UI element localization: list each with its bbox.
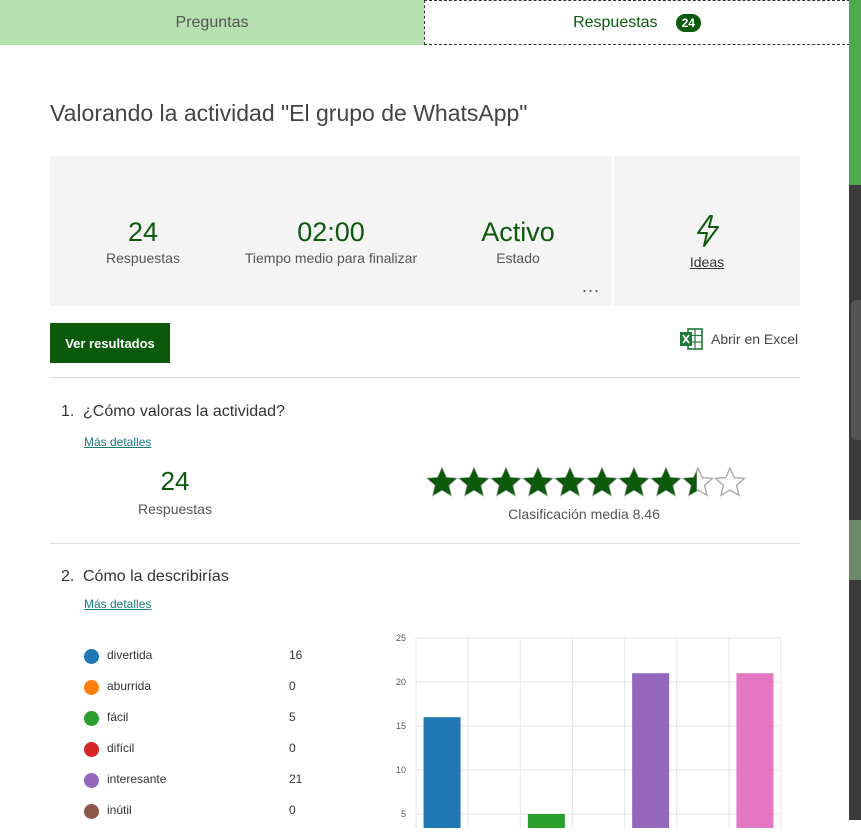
bar-chart: 5 10 15 20 25 [396, 633, 782, 828]
question-1-title: 1. ¿Cómo valoras la actividad? [61, 403, 285, 421]
question-2-title: 2. Cómo la describirías [61, 568, 229, 586]
star-icon [458, 466, 490, 497]
status-value: Activo [481, 217, 555, 247]
question-2-number: 2. [61, 568, 75, 585]
ideas-panel[interactable]: Ideas [614, 156, 800, 306]
background-window-edge [849, 0, 861, 820]
star-icon [714, 466, 746, 497]
legend-color-dot [84, 773, 99, 788]
question-1-responses-label: Respuestas [138, 501, 212, 517]
tab-preguntas-label: Preguntas [175, 13, 249, 31]
open-in-excel-button[interactable]: Abrir en Excel [679, 328, 798, 350]
legend-label: aburrida [107, 679, 152, 693]
question-2-text: Cómo la describirías [83, 568, 229, 585]
star-icon [618, 466, 650, 497]
question-1-text: ¿Cómo valoras la actividad? [83, 403, 285, 420]
star-icon [490, 466, 522, 497]
status-label: Estado [496, 250, 540, 266]
legend-label: difícil [107, 741, 135, 755]
legend-label: inútil [107, 803, 132, 817]
y-tick-label: 15 [396, 721, 406, 731]
open-in-excel-label: Abrir en Excel [711, 331, 799, 347]
tab-respuestas-label: Respuestas [573, 13, 658, 31]
responses-stat: 24 Respuestas [88, 216, 198, 266]
legend-count: 0 [289, 741, 296, 755]
star-icon [426, 466, 458, 497]
legend-count: 21 [289, 772, 303, 786]
page-title: Valorando la actividad "El grupo de What… [50, 100, 528, 126]
legend-color-dot [84, 649, 99, 664]
bar [527, 814, 565, 828]
star-icon [522, 466, 554, 497]
rating-stars [426, 466, 746, 498]
tab-bar: Preguntas Respuestas 24 [0, 0, 850, 45]
ideas-link[interactable]: Ideas [614, 254, 800, 270]
tab-respuestas[interactable]: Respuestas 24 [424, 0, 850, 45]
legend-color-dot [84, 742, 99, 757]
legend-color-dot [84, 711, 99, 726]
more-options-button[interactable]: ... [582, 276, 600, 297]
legend-color-dot [84, 804, 99, 819]
legend-color-dot [84, 680, 99, 695]
divider [50, 543, 800, 544]
responses-label: Respuestas [106, 250, 180, 266]
bar [423, 717, 461, 828]
legend-label: divertida [107, 648, 153, 662]
view-results-button[interactable]: Ver resultados [50, 323, 170, 363]
question-1-more-details-link[interactable]: Más detalles [84, 435, 151, 449]
y-tick-label: 25 [396, 633, 406, 643]
question-2-more-details-link[interactable]: Más detalles [84, 597, 151, 611]
legend-label: interesante [107, 772, 167, 786]
status-stat: Activo Estado [464, 216, 572, 266]
responses-value: 24 [127, 217, 159, 247]
star-icon [586, 466, 618, 497]
legend-label: fácil [107, 710, 129, 724]
y-tick-label: 20 [396, 677, 406, 687]
excel-icon [680, 328, 703, 350]
legend-count: 0 [289, 679, 296, 693]
average-rating-label: Clasificación media 8.46 [508, 506, 660, 522]
divider [50, 377, 800, 378]
bar [632, 673, 670, 828]
lightning-icon [697, 215, 719, 247]
avg-time-value: 02:00 [297, 217, 365, 247]
avg-time-stat: 02:00 Tiempo medio para finalizar [231, 216, 431, 266]
star-icon [682, 466, 714, 497]
star-icon [650, 466, 682, 497]
y-tick-label: 5 [401, 809, 406, 819]
question-1-responses: 24 Respuestas [110, 466, 240, 517]
legend-count: 5 [289, 710, 296, 724]
question-1-responses-value: 24 [160, 466, 190, 496]
legend-count: 0 [289, 803, 296, 817]
summary-card: 24 Respuestas 02:00 Tiempo medio para fi… [50, 156, 612, 306]
bar [736, 673, 774, 828]
responses-count-badge: 24 [675, 13, 701, 32]
y-tick-label: 10 [396, 765, 406, 775]
question-1-number: 1. [61, 403, 75, 420]
avg-time-label: Tiempo medio para finalizar [244, 250, 418, 266]
legend-count: 16 [289, 648, 303, 662]
tab-preguntas[interactable]: Preguntas [0, 0, 424, 45]
star-icon [554, 466, 586, 497]
